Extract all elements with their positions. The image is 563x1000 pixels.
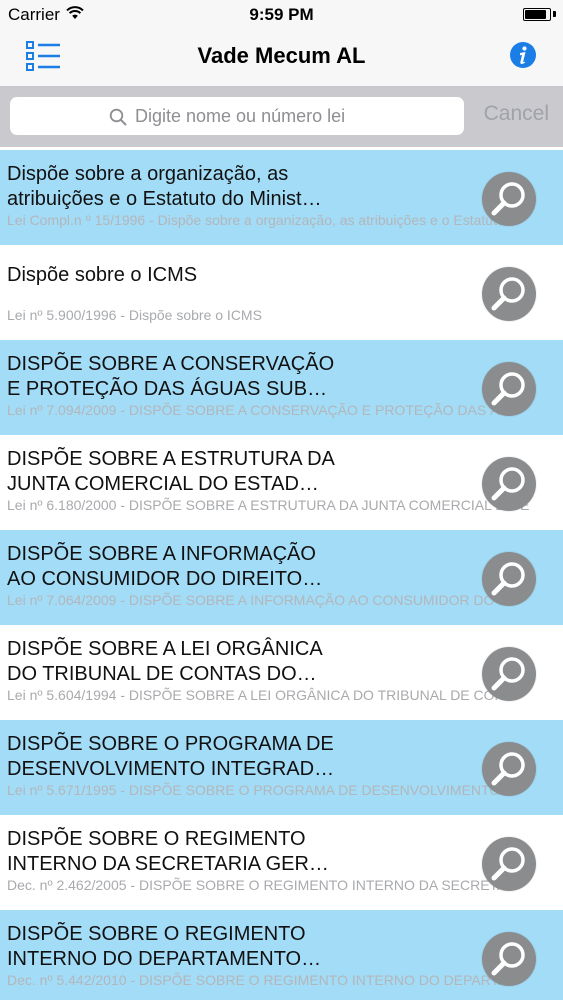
list-item-subtitle: Lei Compl.n º 15/1996 - Dispõe sobre a o… [7,212,505,228]
view-law-button[interactable] [482,647,536,701]
magnifier-icon [491,182,525,216]
magnifier-icon [491,657,525,691]
battery-tip [553,11,556,17]
list-item[interactable]: DISPÕE SOBRE A INFORMAÇÃO AO CONSUMIDOR … [0,530,563,625]
list-item-subtitle: Lei nº 7.064/2009 - DISPÕE SOBRE A INFOR… [7,592,509,608]
list-item-title: Dispõe sobre a organização, as atribuiçõ… [7,163,322,210]
list-item[interactable]: DISPÕE SOBRE O REGIMENTO INTERNO DO DEPA… [0,910,563,1000]
list-item-subtitle: Lei nº 7.094/2009 - DISPÕE SOBRE A CONSE… [7,402,511,418]
view-law-button[interactable] [482,552,536,606]
view-law-button[interactable] [482,362,536,416]
list-item-title: DISPÕE SOBRE A ESTRUTURA DA JUNTA COMERC… [7,448,335,495]
battery-level [525,10,546,19]
search-field[interactable] [10,97,464,135]
list-item[interactable]: Dispõe sobre o ICMS Lei nº 5.900/1996 - D… [0,245,563,340]
magnifier-icon [491,467,525,501]
search-bar: Cancel [0,87,563,147]
list-item-title: DISPÕE SOBRE A LEI ORGÂNICA DO TRIBUNAL … [7,638,323,685]
magnifier-icon [491,562,525,596]
status-time: 9:59 PM [249,5,314,24]
list-item-title: DISPÕE SOBRE A CONSERVAÇÃO E PROTEÇÃO DA… [7,353,335,400]
list-item[interactable]: DISPÕE SOBRE O REGIMENTO INTERNO DA SECR… [0,815,563,910]
list-item-title: DISPÕE SOBRE O REGIMENTO INTERNO DO DEPA… [7,923,322,970]
search-icon [109,108,127,126]
info-button[interactable] [509,41,537,69]
list-item-subtitle: Lei nº 5.900/1996 - Dispõe sobre o ICMS [7,307,262,323]
view-law-button[interactable] [482,932,536,986]
magnifier-icon [491,942,525,976]
view-law-button[interactable] [482,742,536,796]
battery-icon [523,8,551,21]
list-item-title: DISPÕE SOBRE O PROGRAMA DE DESENVOLVIMEN… [7,733,335,780]
cancel-button[interactable]: Cancel [484,102,549,126]
info-icon [510,42,536,68]
magnifier-icon [491,372,525,406]
view-law-button[interactable] [482,267,536,321]
list-item-subtitle: Lei nº 6.180/2000 - DISPÕE SOBRE A ESTRU… [7,497,530,513]
magnifier-icon [491,752,525,786]
list-item[interactable]: DISPÕE SOBRE A CONSERVAÇÃO E PROTEÇÃO DA… [0,340,563,435]
magnifier-icon [491,847,525,881]
view-law-button[interactable] [482,172,536,226]
list-item[interactable]: DISPÕE SOBRE A ESTRUTURA DA JUNTA COMERC… [0,435,563,530]
view-law-button[interactable] [482,837,536,891]
list-item-subtitle: Dec. nº 5.442/2010 - DISPÕE SOBRE O REGI… [7,972,508,988]
list-item-title: DISPÕE SOBRE O REGIMENTO INTERNO DA SECR… [7,828,329,875]
search-input[interactable] [135,105,365,127]
magnifier-icon [491,277,525,311]
view-law-button[interactable] [482,457,536,511]
list-item-title: Dispõe sobre o ICMS [7,264,198,286]
list-item-subtitle: Dec. nº 2.462/2005 - DISPÕE SOBRE O REGI… [7,877,507,893]
list-item-title: DISPÕE SOBRE A INFORMAÇÃO AO CONSUMIDOR … [7,543,323,590]
list-item-subtitle: Lei nº 5.604/1994 - DISPÕE SOBRE A LEI O… [7,687,505,703]
list-item[interactable]: Dispõe sobre a organização, as atribuiçõ… [0,150,563,245]
navigation-bar: Vade Mecum AL [0,30,563,87]
list-item[interactable]: DISPÕE SOBRE O PROGRAMA DE DESENVOLVIMEN… [0,720,563,815]
page-title: Vade Mecum AL [197,43,366,68]
status-bar: Carrier 9:59 PM [0,0,563,30]
list-item[interactable]: DISPÕE SOBRE A LEI ORGÂNICA DO TRIBUNAL … [0,625,563,720]
list-item-subtitle: Lei nº 5.671/1995 - DISPÕE SOBRE O PROGR… [7,782,508,798]
law-list: Dispõe sobre a organização, as atribuiçõ… [0,150,563,1000]
